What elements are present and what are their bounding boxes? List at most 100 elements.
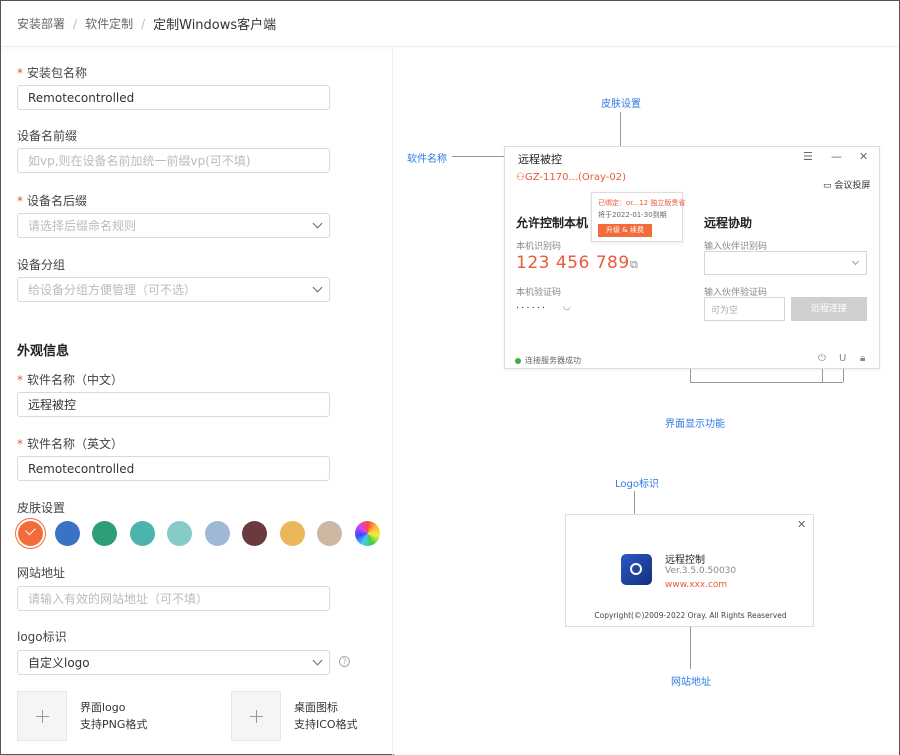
label-text: 安装包名称 [27,66,88,80]
required-mark: * [17,437,23,451]
upload-hint: 支持PNG格式 [80,718,148,731]
upload-title: 界面logo [80,701,126,714]
skin-swatch-maroon[interactable] [242,521,267,546]
package-name-input[interactable]: Remotecontrolled [17,85,330,110]
skin-swatch-light-blue[interactable] [205,521,230,546]
remote-connect-button[interactable]: 远程连接 [791,297,867,321]
required-mark: * [17,373,23,387]
allow-control-title: 允许控制本机 [516,216,589,230]
chevron-down-icon [312,282,323,293]
device-prefix-input[interactable]: 如vp,则在设备名前加统一前缀vp(可不填) [17,148,330,173]
window-title: 远程被控 [518,153,562,166]
plus-icon [42,710,43,723]
input-placeholder: 可为空 [711,305,739,316]
close-icon[interactable]: ✕ [797,518,806,531]
skin-swatch-teal[interactable] [130,521,155,546]
website-label: 网站地址 [17,566,66,580]
callout-skin: 皮肤设置 [601,99,641,110]
plus-icon [256,710,257,723]
remote-assist-title: 远程协助 [704,216,753,230]
callout-ui-features: 界面显示功能 [665,419,725,430]
chevron-down-icon [851,257,860,266]
skin-swatch-light-teal[interactable] [167,521,192,546]
screen-icon: ▭ [823,181,832,191]
upload-ui-logo-button[interactable] [17,691,67,741]
chevron-down-icon [312,655,323,666]
logo-label: logo标识 [17,630,67,644]
partner-id-input[interactable] [704,251,867,275]
config-form: * 安装包名称 Remotecontrolled 设备名前缀 如vp,则在设备名前… [1,47,393,755]
callout-line [690,627,691,669]
upload-ui-logo-text: 界面logo 支持PNG格式 [80,699,147,733]
skin-swatch-yellow[interactable] [280,521,305,546]
magnet-icon[interactable]: U [839,353,846,364]
label-text: 软件名称（中文） [27,373,124,387]
about-version: Ver.3.5.0.50030 [665,566,737,576]
lock-icon[interactable]: 🔒︎ [860,353,865,364]
menu-icon[interactable]: ☰ [803,150,813,163]
required-mark: * [17,66,23,80]
breadcrumb-item-deploy[interactable]: 安装部署 [17,15,65,32]
close-icon[interactable]: ✕ [859,150,868,163]
breadcrumb-separator: / [141,16,146,31]
license-expiry: 将于2022-01-30到期 [598,211,667,219]
input-placeholder: 请选择后缀命名规则 [28,219,137,233]
skin-swatch-orange[interactable] [18,521,43,546]
license-status: 已绑定：or...12 独立版贵省 [598,199,686,207]
check-icon [25,524,36,536]
skin-swatch-custom-color[interactable] [355,521,380,546]
partner-code-input[interactable]: 可为空 [704,297,785,321]
skin-swatch-beige[interactable] [317,521,342,546]
upload-desktop-icon-button[interactable] [231,691,281,741]
status-text: 连接服务器成功 [525,356,581,365]
meeting-label: 会议投屏 [834,181,871,191]
input-placeholder: 如vp,则在设备名前加统一前缀vp(可不填) [28,154,251,168]
power-icon[interactable]: ⏻ [818,353,826,364]
callout-soft-name: 软件名称 [407,154,447,165]
copy-icon[interactable]: ⧉ [630,258,638,272]
input-value: Remotecontrolled [28,90,135,105]
input-value: Remotecontrolled [28,461,135,476]
appearance-section-title: 外观信息 [17,344,70,359]
upload-title: 桌面图标 [294,701,338,714]
local-code-value: ······ [516,303,548,314]
about-dialog-preview: ✕ 远程控制 Ver.3.5.0.50030 www.xxx.com Copyr… [565,514,814,627]
help-icon[interactable]: ? [339,656,350,667]
preview-panel: 皮肤设置 软件名称 界面显示功能 远程被控 ☰ — ✕ ⚇GZ-1170...(… [394,47,899,755]
soft-name-en-input[interactable]: Remotecontrolled [17,456,330,481]
label-text: 设备名后缀 [27,194,88,208]
upgrade-button[interactable]: 升级 & 续费 [598,224,652,237]
about-url[interactable]: www.xxx.com [665,580,727,590]
user-icon: ⚇ [516,172,525,183]
device-suffix-select[interactable]: 请选择后缀命名规则 [17,213,330,238]
app-logo-icon [621,554,652,585]
license-popup: 已绑定：or...12 独立版贵省 将于2022-01-30到期 升级 & 续费 [591,192,686,242]
callout-logo: Logo标识 [615,479,659,490]
skin-swatch-blue[interactable] [55,521,80,546]
logo-select[interactable]: 自定义logo [17,650,330,675]
logo-mark [630,563,642,575]
website-input[interactable]: 请输入有效的网站地址（可不填） [17,586,330,611]
minimize-icon[interactable]: — [831,150,842,163]
callout-line [452,156,504,157]
local-id-label: 本机识别码 [516,242,562,252]
about-app-name: 远程控制 [665,555,705,566]
meeting-button[interactable]: ▭ 会议投屏 [823,178,870,191]
device-group-select[interactable]: 给设备分组方便管理（可不选） [17,277,330,302]
soft-name-en-label: * 软件名称（英文） [17,435,123,452]
eye-icon[interactable]: ◡ [563,302,571,312]
breadcrumb: 安装部署 / 软件定制 / 定制Windows客户端 [1,1,899,47]
skin-swatch-green[interactable] [92,521,117,546]
connection-status: 连接服务器成功 [515,355,581,366]
input-placeholder: 请输入有效的网站地址（可不填） [28,592,209,606]
callout-line [690,382,843,383]
breadcrumb-item-custom[interactable]: 软件定制 [85,15,133,32]
status-dot-icon [515,357,521,364]
input-value: 远程被控 [28,398,77,412]
soft-name-cn-input[interactable]: 远程被控 [17,392,330,417]
device-suffix-label: * 设备名后缀 [17,192,87,209]
package-name-label: * 安装包名称 [17,64,87,81]
device-prefix-label: 设备名前缀 [17,129,78,143]
upload-hint: 支持ICO格式 [294,718,358,731]
input-value: 自定义logo [28,656,90,670]
